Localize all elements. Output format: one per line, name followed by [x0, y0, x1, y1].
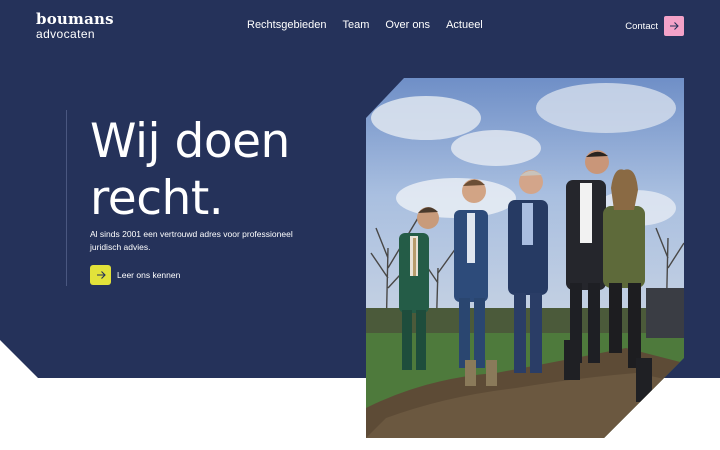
nav-item-rechtsgebieden[interactable]: Rechtsgebieden [247, 19, 327, 31]
headline-line-2: recht. [90, 171, 224, 226]
brand-subname: advocaten [36, 27, 95, 41]
hero-headline: Wij doen recht. [90, 113, 290, 227]
nav-item-team[interactable]: Team [343, 19, 370, 31]
headline-line-1: Wij doen [90, 114, 290, 169]
cta-link[interactable]: Leer ons kennen [117, 270, 180, 280]
nav-item-over-ons[interactable]: Over ons [385, 19, 430, 31]
nav-item-actueel[interactable]: Actueel [446, 19, 483, 31]
brand-name: boumans [36, 10, 114, 28]
team-photo [366, 78, 684, 438]
main-nav: Rechtsgebieden Team Over ons Actueel [247, 19, 499, 31]
hero-subtitle: Al sinds 2001 een vertrouwd adres voor p… [90, 229, 293, 252]
arrow-right-icon [96, 271, 106, 279]
hero-divider [66, 110, 67, 286]
arrow-right-icon [670, 22, 679, 30]
contact-link[interactable]: Contact [625, 21, 658, 32]
contact-button[interactable] [664, 16, 684, 36]
cta-button[interactable] [90, 265, 111, 285]
brand-logo[interactable]: boumans advocaten [36, 10, 114, 42]
